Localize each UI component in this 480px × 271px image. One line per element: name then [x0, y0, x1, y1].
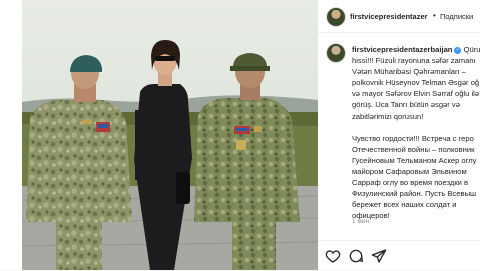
caption-line-0: Qürur	[463, 45, 480, 54]
caption-gap	[352, 122, 480, 133]
left-gutter	[0, 0, 22, 270]
post-panel: firstvicepresidentazer • Подписки firstv…	[318, 0, 480, 270]
header-separator: •	[433, 11, 436, 20]
share-icon[interactable]	[371, 248, 387, 264]
caption-ru-line-4: Сарраф оглу во время поездки в	[352, 178, 469, 188]
verified-badge-icon: ✓	[454, 46, 462, 54]
post-photo	[22, 0, 318, 270]
caption-ru-line-5: Физулинский район. Пусть Всевыш	[352, 189, 477, 199]
caption-line-4: və mayor Səfərov Elvin Sərraf oğlu ilə	[352, 89, 480, 99]
heart-icon[interactable]	[325, 248, 341, 264]
caption-ru-line-2: Гусейновым Тельманом Аскер оглу	[352, 155, 477, 165]
caption-ru-line-6: бережет всех наших солдат и	[352, 200, 457, 210]
post-caption: firstvicepresidentazerbaijan✓ Qürur hiss…	[352, 44, 480, 221]
caption-ru-line-0: Чувство гордости!!! Встреча с геро	[352, 133, 474, 143]
caption-author[interactable]: firstvicepresidentazerbaijan	[352, 45, 452, 54]
caption-line-1: hissi!!! Füzuli rayonuna səfər zamanı	[352, 56, 476, 66]
caption-avatar[interactable]	[326, 43, 346, 63]
caption-ru-line-1: Отечественной войны – полковник	[352, 144, 475, 154]
post-time[interactable]: 1 мин.	[352, 218, 371, 225]
caption-line-5: görüş. Uca Tanrı bütün əsgər və	[352, 100, 460, 110]
caption-ru-line-7: офицеров!	[352, 211, 390, 221]
caption-line-2: Vətən Müharibəsi Qəhrəmanları –	[352, 67, 466, 77]
post-header: firstvicepresidentazer • Подписки	[318, 0, 480, 33]
follow-button[interactable]: Подписки	[440, 12, 473, 21]
caption-ru-line-3: майором Сафаровым Эльвином	[352, 166, 467, 176]
caption-line-6: zabitlərimizi qorusun!	[352, 111, 424, 121]
caption-line-3: polkovnik Hüseynov Telman Əsgər oğ	[352, 78, 480, 88]
header-username[interactable]: firstvicepresidentazer	[350, 12, 428, 21]
header-avatar[interactable]	[326, 7, 346, 27]
action-bar	[318, 240, 480, 271]
comment-icon[interactable]	[348, 248, 364, 264]
